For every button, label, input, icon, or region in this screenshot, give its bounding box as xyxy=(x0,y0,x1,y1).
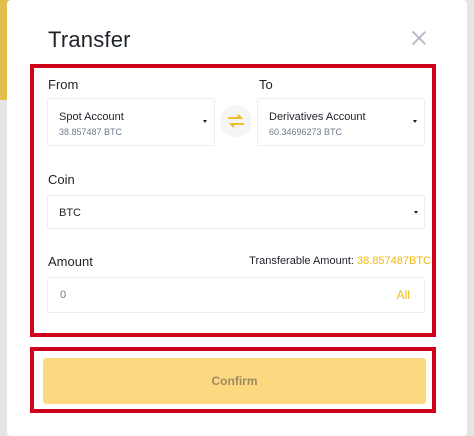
modal-title: Transfer xyxy=(48,27,131,52)
confirm-button[interactable]: Confirm xyxy=(43,358,426,404)
form-highlight-frame xyxy=(30,64,436,337)
close-icon[interactable] xyxy=(409,28,429,48)
